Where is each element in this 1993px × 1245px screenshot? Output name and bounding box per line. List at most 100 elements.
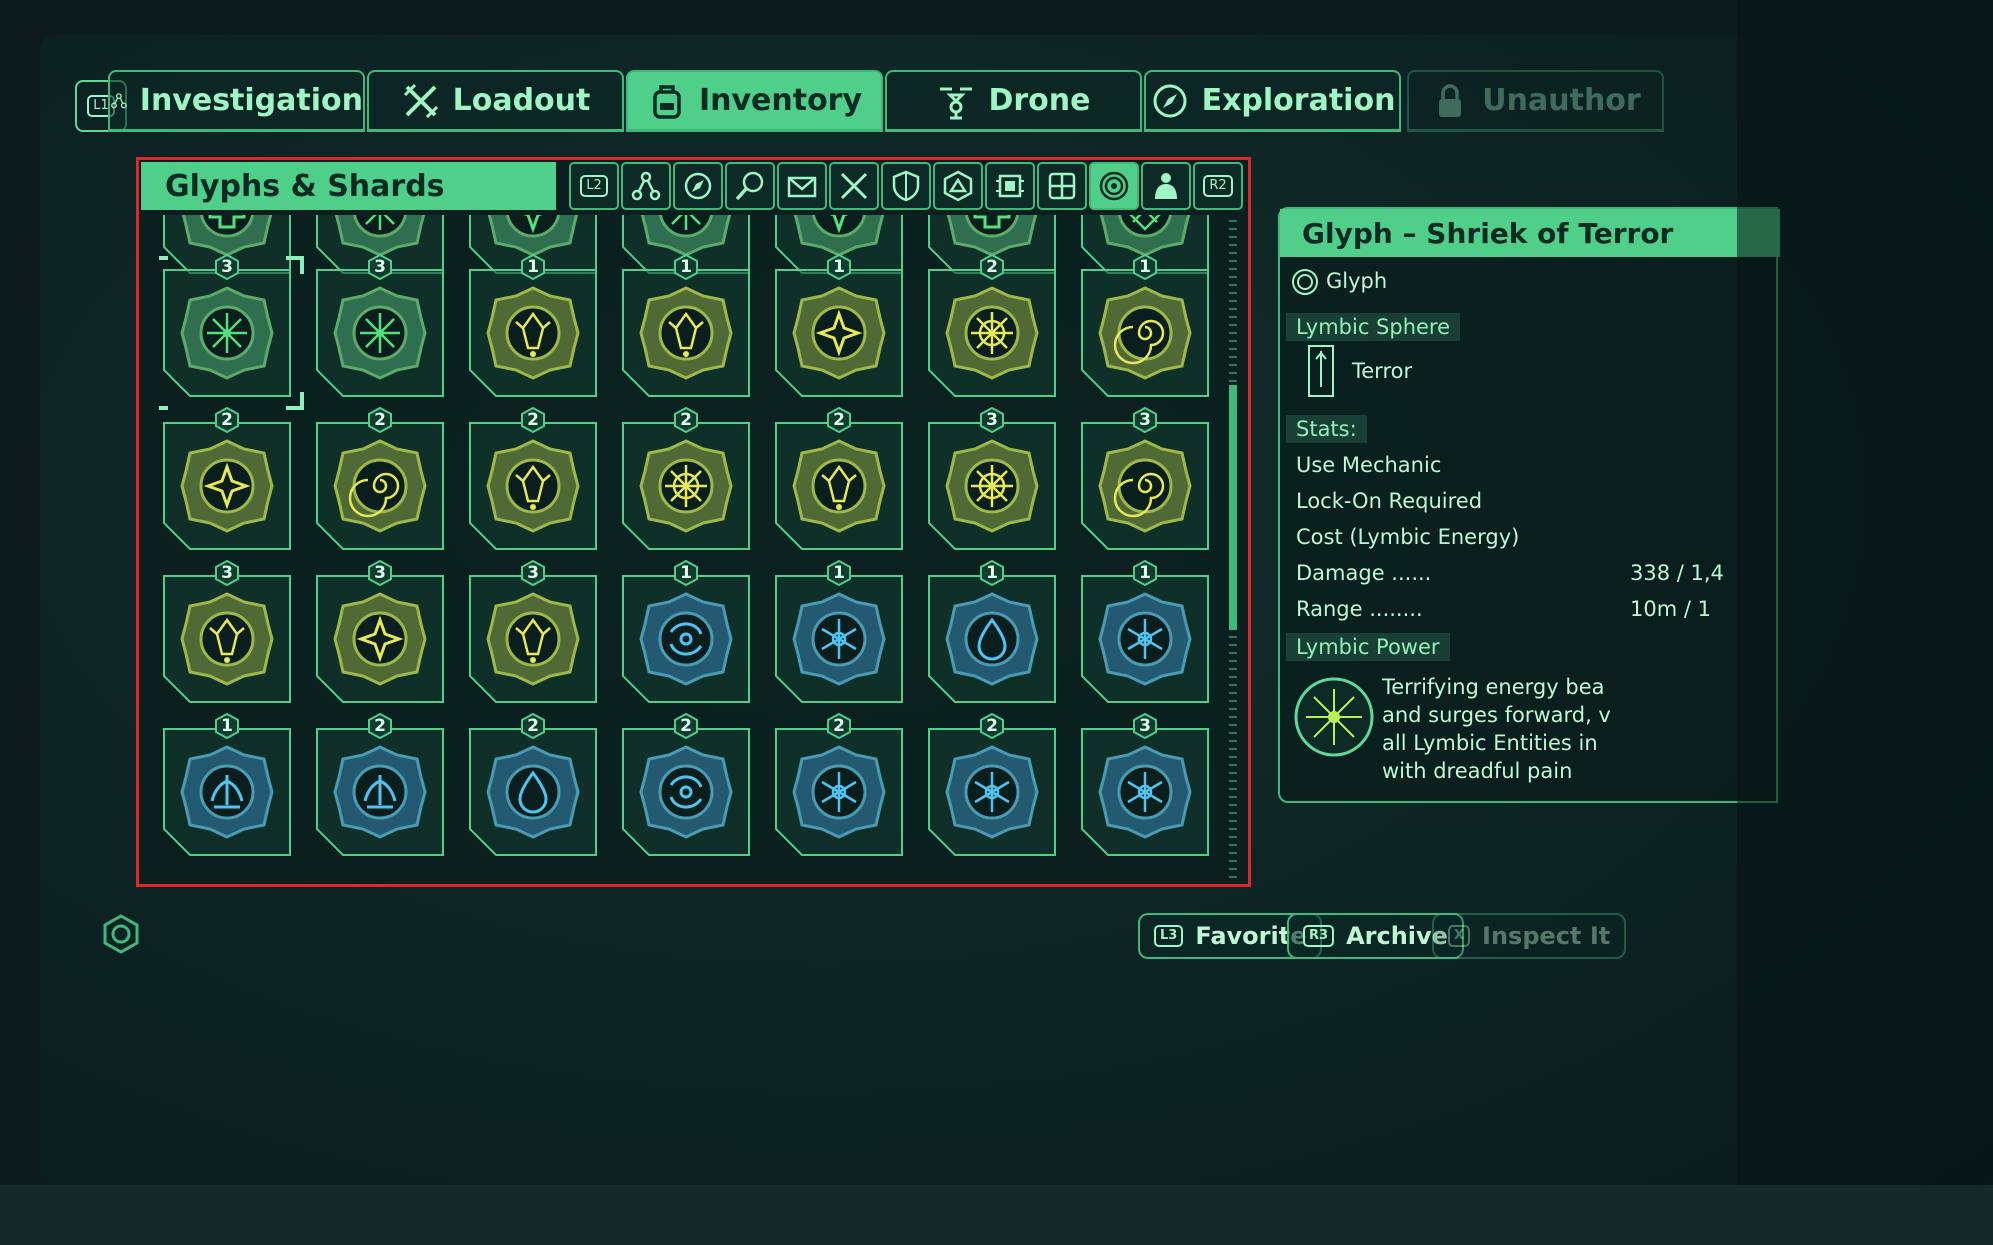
- glyph-slot[interactable]: 2: [774, 407, 904, 551]
- stats-label: Stats:: [1286, 415, 1367, 443]
- glyph-slot[interactable]: 1: [1080, 254, 1210, 398]
- glyph-swirl-icon: [639, 592, 733, 686]
- glyph-slot[interactable]: 3: [159, 254, 304, 410]
- glyph-slot[interactable]: 2: [162, 407, 292, 551]
- item-count: 1: [221, 716, 233, 736]
- power-label: Lymbic Power: [1286, 633, 1450, 661]
- category-triangle-badge[interactable]: [933, 162, 983, 210]
- item-count: 2: [374, 410, 386, 430]
- glyph-slot[interactable]: 1: [621, 254, 751, 398]
- drone-icon: [940, 87, 973, 119]
- category-magnifier[interactable]: [725, 162, 775, 210]
- item-count: 2: [833, 410, 845, 430]
- glyph-hand-icon: [486, 286, 580, 380]
- category-grid[interactable]: [1037, 162, 1087, 210]
- glyph-slot[interactable]: 2: [927, 254, 1057, 398]
- category-chip[interactable]: [985, 162, 1035, 210]
- item-grid: 3311121222223333311111222223: [159, 215, 1219, 883]
- item-count: 3: [374, 563, 386, 583]
- item-count-badge: 1: [826, 560, 852, 586]
- glyph-fountain-icon: [180, 745, 274, 839]
- glyph-slot[interactable]: 1: [162, 713, 292, 857]
- item-count: 1: [1139, 563, 1151, 583]
- scroll-thumb[interactable]: [1229, 384, 1237, 630]
- item-count: 2: [986, 257, 998, 277]
- l2-shoulder-button[interactable]: L2: [569, 162, 619, 210]
- screen-bezel: [0, 1185, 1993, 1245]
- r2-shoulder-button[interactable]: R2: [1193, 162, 1243, 210]
- glyph-slot[interactable]: 1: [621, 560, 751, 704]
- stat-range: Range ........: [1296, 597, 1423, 621]
- category-glyphs[interactable]: [1089, 162, 1139, 210]
- glyph-slot[interactable]: 1: [774, 254, 904, 398]
- category-swords[interactable]: [829, 162, 879, 210]
- l3-badge: L3: [1154, 925, 1184, 947]
- glyph-slot[interactable]: 3: [315, 560, 445, 704]
- category-figure[interactable]: [1141, 162, 1191, 210]
- glyph-slot[interactable]: 3: [927, 407, 1057, 551]
- glyph-cross-icon: [181, 215, 273, 257]
- glyph-slot[interactable]: 2: [315, 407, 445, 551]
- glyph-slot[interactable]: 1: [1080, 560, 1210, 704]
- glyph-slot[interactable]: 3: [315, 254, 445, 398]
- item-count: 1: [986, 563, 998, 583]
- category-shield[interactable]: [881, 162, 931, 210]
- tab-label: Drone: [988, 83, 1091, 118]
- chip-icon: [996, 174, 1024, 198]
- glyph-slot[interactable]: 2: [315, 713, 445, 857]
- item-count-badge: 3: [979, 407, 1005, 433]
- tab-drone[interactable]: Drone: [885, 70, 1142, 132]
- category-mail[interactable]: [777, 162, 827, 210]
- item-count-badge: 3: [520, 560, 546, 586]
- game-screen: L1 Investigation Loadout Inventory Drone…: [40, 35, 1993, 1185]
- tab-exploration[interactable]: Exploration: [1144, 70, 1401, 132]
- terror-sphere-icon: [1308, 345, 1334, 397]
- tab-investigation[interactable]: Investigation: [108, 70, 365, 132]
- item-count: 3: [986, 410, 998, 430]
- glyph-wheel-icon: [639, 439, 733, 533]
- glyph-slot[interactable]: 2: [927, 713, 1057, 857]
- item-count-badge: 1: [979, 560, 1005, 586]
- item-count: 1: [680, 257, 692, 277]
- category-network[interactable]: [621, 162, 671, 210]
- item-count: 2: [680, 410, 692, 430]
- glyph-slot[interactable]: 2: [621, 713, 751, 857]
- glyph-slot[interactable]: 1: [774, 560, 904, 704]
- power-emblem-icon: [1294, 677, 1374, 757]
- glyph-slot[interactable]: 3: [162, 560, 292, 704]
- tab-label: Exploration: [1201, 83, 1396, 118]
- grid-icon: [1048, 172, 1076, 200]
- network-icon: [111, 92, 127, 108]
- glyph-hand-icon: [639, 286, 733, 380]
- glyph-slot[interactable]: 2: [774, 713, 904, 857]
- glyph-slot[interactable]: 2: [468, 407, 598, 551]
- glyphs-shards-panel: Glyphs & Shards L2 R2 331112122222333331…: [136, 157, 1251, 887]
- glyph-slot[interactable]: 1: [927, 560, 1057, 704]
- glyph-snow-icon: [945, 745, 1039, 839]
- item-count-badge: 3: [214, 560, 240, 586]
- glyph-slot[interactable]: 2: [621, 407, 751, 551]
- glyph-slot[interactable]: 3: [468, 560, 598, 704]
- item-count-badge: 1: [673, 254, 699, 280]
- glyph-ring-icon: [1099, 171, 1129, 201]
- glyph-slot[interactable]: 3: [1080, 407, 1210, 551]
- tab-unauthorized[interactable]: Unauthor: [1407, 70, 1664, 132]
- scrollbar[interactable]: [1229, 220, 1237, 880]
- glyph-slot[interactable]: 2: [468, 713, 598, 857]
- settings-hex-icon[interactable]: [100, 913, 142, 955]
- item-count: 1: [833, 257, 845, 277]
- r3-badge: R3: [1303, 925, 1335, 947]
- glyph-slot[interactable]: 3: [1080, 713, 1210, 857]
- glyph-slot[interactable]: 1: [468, 254, 598, 398]
- inspect-button[interactable]: X Inspect It: [1432, 913, 1627, 959]
- glyph-wheel-icon: [945, 286, 1039, 380]
- crossed-swords-icon: [403, 83, 438, 118]
- stat-damage: Damage ......: [1296, 561, 1432, 585]
- glyph-spiral-icon: [1098, 439, 1192, 533]
- item-count: 3: [527, 563, 539, 583]
- tab-loadout[interactable]: Loadout: [367, 70, 624, 132]
- item-count-badge: 2: [826, 407, 852, 433]
- item-count-badge: 2: [979, 713, 1005, 739]
- tab-inventory[interactable]: Inventory: [626, 70, 883, 132]
- category-compass[interactable]: [673, 162, 723, 210]
